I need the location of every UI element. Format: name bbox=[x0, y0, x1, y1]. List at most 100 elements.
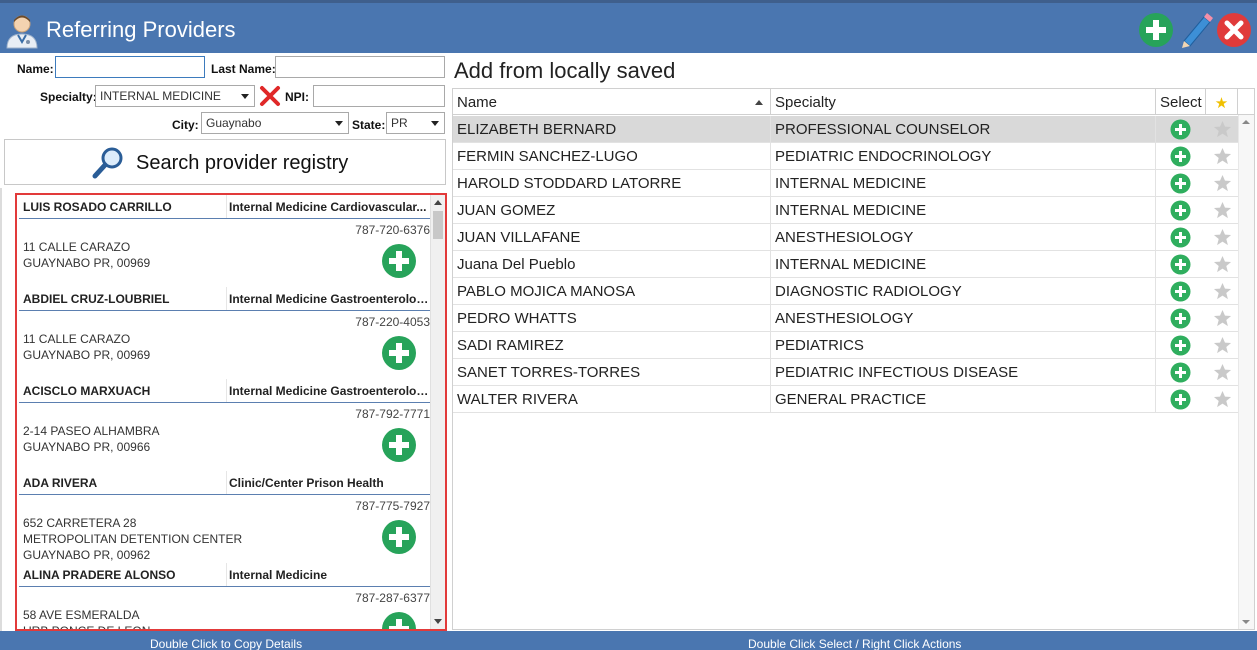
table-row[interactable]: SADI RAMIREZ PEDIATRICS bbox=[453, 332, 1238, 359]
table-row[interactable]: JUAN VILLAFANE ANESTHESIOLOGY bbox=[453, 224, 1238, 251]
favorite-star-icon[interactable] bbox=[1213, 120, 1232, 139]
row-name: SADI RAMIREZ bbox=[453, 332, 771, 359]
provider-name: ADA RIVERA bbox=[23, 476, 98, 490]
address-line: GUAYNABO PR, 00962 bbox=[23, 548, 151, 562]
add-provider-icon[interactable] bbox=[381, 519, 417, 555]
registry-item[interactable]: ABDIEL CRUZ-LOUBRIEL Internal Medicine Ga… bbox=[19, 287, 432, 379]
status-bar: Double Click to Copy Details Double Clic… bbox=[0, 631, 1257, 650]
table-row[interactable]: Juana Del Pueblo INTERNAL MEDICINE bbox=[453, 251, 1238, 278]
scroll-down-icon[interactable] bbox=[1242, 620, 1250, 624]
registry-item[interactable]: ALINA PRADERE ALONSO Internal Medicine 787… bbox=[19, 563, 432, 631]
scroll-up-icon[interactable] bbox=[434, 200, 442, 205]
table-row[interactable]: SANET TORRES-TORRES PEDIATRIC INFECTIOUS … bbox=[453, 359, 1238, 386]
favorite-star-icon[interactable] bbox=[1213, 174, 1232, 193]
provider-phone: 787-775-7927 bbox=[355, 499, 430, 513]
city-dropdown[interactable]: Guaynabo bbox=[201, 112, 349, 134]
table-row[interactable]: ELIZABETH BERNARD PROFESSIONAL COUNSELOR bbox=[453, 116, 1238, 143]
provider-address: 652 CARRETERA 28 METROPOLITAN DETENTION C… bbox=[23, 515, 242, 563]
row-specialty: PEDIATRIC INFECTIOUS DISEASE bbox=[771, 359, 1156, 386]
close-window-button[interactable] bbox=[1215, 9, 1253, 49]
select-plus-icon[interactable] bbox=[1170, 227, 1191, 248]
provider-address: 11 CALLE CARAZO GUAYNABO PR, 00969 bbox=[23, 331, 150, 363]
add-provider-icon[interactable] bbox=[381, 611, 417, 631]
select-plus-icon[interactable] bbox=[1170, 281, 1191, 302]
name-field[interactable] bbox=[55, 56, 205, 78]
row-specialty: PEDIATRIC ENDOCRINOLOGY bbox=[771, 143, 1156, 170]
address-line: 58 AVE ESMERALDA bbox=[23, 608, 140, 622]
scroll-up-icon[interactable] bbox=[1242, 120, 1250, 124]
clear-specialty-icon[interactable] bbox=[259, 85, 281, 107]
column-header-name[interactable]: Name bbox=[453, 89, 771, 115]
favorite-star-icon[interactable] bbox=[1213, 309, 1232, 328]
favorite-star-icon[interactable] bbox=[1213, 336, 1232, 355]
select-plus-icon[interactable] bbox=[1170, 173, 1191, 194]
row-specialty: ANESTHESIOLOGY bbox=[771, 305, 1156, 332]
npi-field[interactable] bbox=[313, 85, 445, 107]
window-title: Referring Providers bbox=[46, 17, 236, 42]
row-name: Juana Del Pueblo bbox=[453, 251, 771, 278]
last-name-field[interactable] bbox=[275, 56, 445, 78]
favorite-star-icon[interactable] bbox=[1213, 282, 1232, 301]
specialty-label: Specialty: bbox=[40, 90, 97, 104]
address-line: 2-14 PASEO ALHAMBRA bbox=[23, 424, 160, 438]
search-button-label: Search provider registry bbox=[136, 152, 349, 174]
select-plus-icon[interactable] bbox=[1170, 200, 1191, 221]
search-registry-button[interactable]: Search provider registry bbox=[4, 139, 446, 185]
edit-provider-button[interactable] bbox=[1176, 9, 1214, 49]
saved-table-scrollbar[interactable] bbox=[1238, 115, 1254, 629]
select-plus-icon[interactable] bbox=[1170, 389, 1191, 410]
add-provider-icon[interactable] bbox=[381, 335, 417, 371]
table-row[interactable]: JUAN GOMEZ INTERNAL MEDICINE bbox=[453, 197, 1238, 224]
specialty-dropdown[interactable]: INTERNAL MEDICINE bbox=[95, 85, 255, 107]
add-provider-button[interactable] bbox=[1137, 9, 1175, 49]
scroll-down-icon[interactable] bbox=[434, 619, 442, 624]
row-specialty: PEDIATRICS bbox=[771, 332, 1156, 359]
table-header: Name Specialty Select ★ bbox=[453, 89, 1254, 115]
state-value: PR bbox=[391, 116, 408, 130]
row-name: ELIZABETH BERNARD bbox=[453, 116, 771, 143]
favorite-star-icon[interactable] bbox=[1213, 147, 1232, 166]
select-plus-icon[interactable] bbox=[1170, 362, 1191, 383]
favorite-star-icon[interactable] bbox=[1213, 255, 1232, 274]
specialty-value: INTERNAL MEDICINE bbox=[100, 89, 221, 103]
select-plus-icon[interactable] bbox=[1170, 119, 1191, 140]
name-label: Name: bbox=[17, 62, 54, 76]
registry-scrollbar[interactable] bbox=[430, 195, 445, 629]
favorite-star-icon[interactable] bbox=[1213, 363, 1232, 382]
address-line: URB PONCE DE LEON bbox=[23, 624, 151, 631]
table-row[interactable]: FERMIN SANCHEZ-LUGO PEDIATRIC ENDOCRINOLO… bbox=[453, 143, 1238, 170]
column-header-select[interactable]: Select bbox=[1156, 89, 1206, 115]
scroll-thumb[interactable] bbox=[433, 211, 443, 239]
column-header-favorite[interactable]: ★ bbox=[1206, 89, 1238, 115]
add-provider-icon[interactable] bbox=[381, 427, 417, 463]
registry-results-list[interactable]: LUIS ROSADO CARRILLO Internal Medicine Ca… bbox=[15, 193, 447, 631]
table-row[interactable]: WALTER RIVERA GENERAL PRACTICE bbox=[453, 386, 1238, 413]
favorite-star-icon[interactable] bbox=[1213, 201, 1232, 220]
registry-item[interactable]: ADA RIVERA Clinic/Center Prison Health 787… bbox=[19, 471, 432, 563]
row-name: JUAN VILLAFANE bbox=[453, 224, 771, 251]
add-provider-icon[interactable] bbox=[381, 243, 417, 279]
divider bbox=[19, 402, 432, 403]
table-row[interactable]: PEDRO WHATTS ANESTHESIOLOGY bbox=[453, 305, 1238, 332]
address-line: METROPOLITAN DETENTION CENTER bbox=[23, 532, 243, 546]
registry-item[interactable]: ACISCLO MARXUACH Internal Medicine Gastro… bbox=[19, 379, 432, 471]
table-row[interactable]: PABLO MOJICA MANOSA DIAGNOSTIC RADIOLOGY bbox=[453, 278, 1238, 305]
address-line: 11 CALLE CARAZO bbox=[23, 332, 131, 346]
select-plus-icon[interactable] bbox=[1170, 335, 1191, 356]
select-plus-icon[interactable] bbox=[1170, 146, 1191, 167]
favorite-star-icon[interactable] bbox=[1213, 228, 1232, 247]
select-plus-icon[interactable] bbox=[1170, 254, 1191, 275]
favorite-star-icon[interactable] bbox=[1213, 390, 1232, 409]
row-name: HAROLD STODDARD LATORRE bbox=[453, 170, 771, 197]
registry-items: LUIS ROSADO CARRILLO Internal Medicine Ca… bbox=[19, 195, 432, 631]
city-label: City: bbox=[172, 118, 199, 132]
registry-item[interactable]: LUIS ROSADO CARRILLO Internal Medicine Ca… bbox=[19, 195, 432, 287]
column-header-specialty[interactable]: Specialty bbox=[771, 89, 1156, 115]
provider-phone: 787-792-7771 bbox=[355, 407, 430, 421]
state-dropdown[interactable]: PR bbox=[386, 112, 445, 134]
table-row[interactable]: HAROLD STODDARD LATORRE INTERNAL MEDICINE bbox=[453, 170, 1238, 197]
row-specialty: GENERAL PRACTICE bbox=[771, 386, 1156, 413]
select-plus-icon[interactable] bbox=[1170, 308, 1191, 329]
column-name-label: Name bbox=[457, 94, 498, 111]
address-line: GUAYNABO PR, 00969 bbox=[23, 348, 151, 362]
